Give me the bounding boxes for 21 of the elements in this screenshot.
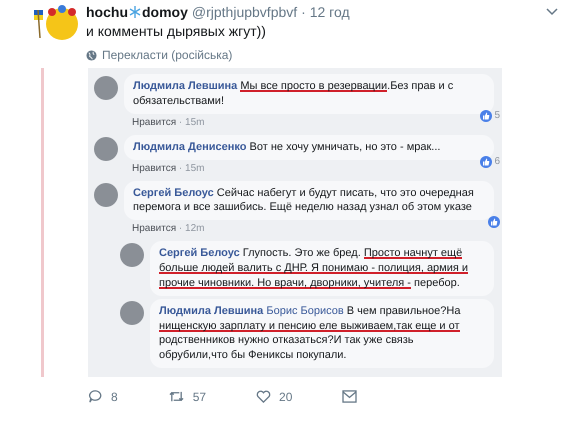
comment-text: Людмила Денисенко Вот не хочу умничать, но это - мрак...: [133, 140, 442, 155]
reaction-count: 6: [494, 156, 500, 168]
like-link[interactable]: Нравится: [132, 116, 176, 128]
comment-text: Людмила Левшина Борис Борисов В чем правильное?На нищенскую зарплату и пенсию еле выживаем,так еще и от родственников нужно отказаться?И так уже связь обрубили,что бы Фениксы покупали.: [159, 304, 462, 364]
like-link[interactable]: Нравится: [132, 162, 176, 174]
comment-text: Сергей Белоус Глупость. Это же бред. Просто начнут ещё больше людей валить с ДНР. Я понимаю - полиция, армия и прочие чиновники. Но врачи, дворники, учителя - перебор.: [159, 246, 470, 291]
like-link[interactable]: Нравится: [132, 223, 176, 234]
comment-time: · 12m: [178, 223, 204, 234]
comment-time: · 15m: [178, 162, 204, 174]
reaction-count: 5: [494, 110, 500, 122]
like-count: 20: [279, 390, 292, 404]
retweet-count: 57: [192, 390, 206, 404]
display-name[interactable]: hochu domoy: [86, 4, 188, 20]
comment-text: Сергей Белоус Сейчас набегут и будут писать, что это очередная перемога и все зашибись. Ещё неделю назад узнал об этом указе: [133, 186, 475, 216]
translate-link[interactable]: Перекласти (російська): [102, 48, 232, 62]
comment-time: · 15m: [178, 116, 204, 128]
user-handle[interactable]: @rjpthjupbvfpbvf: [192, 4, 298, 20]
tweet-time[interactable]: · 12 год: [301, 4, 350, 20]
comment-text: Людмила Левшина Мы все просто в резервации.Без прав и с обязательствами!: [133, 79, 454, 109]
tweet-text: и комменты дырявых жгут)): [86, 23, 267, 39]
reply-count: 8: [111, 390, 118, 404]
